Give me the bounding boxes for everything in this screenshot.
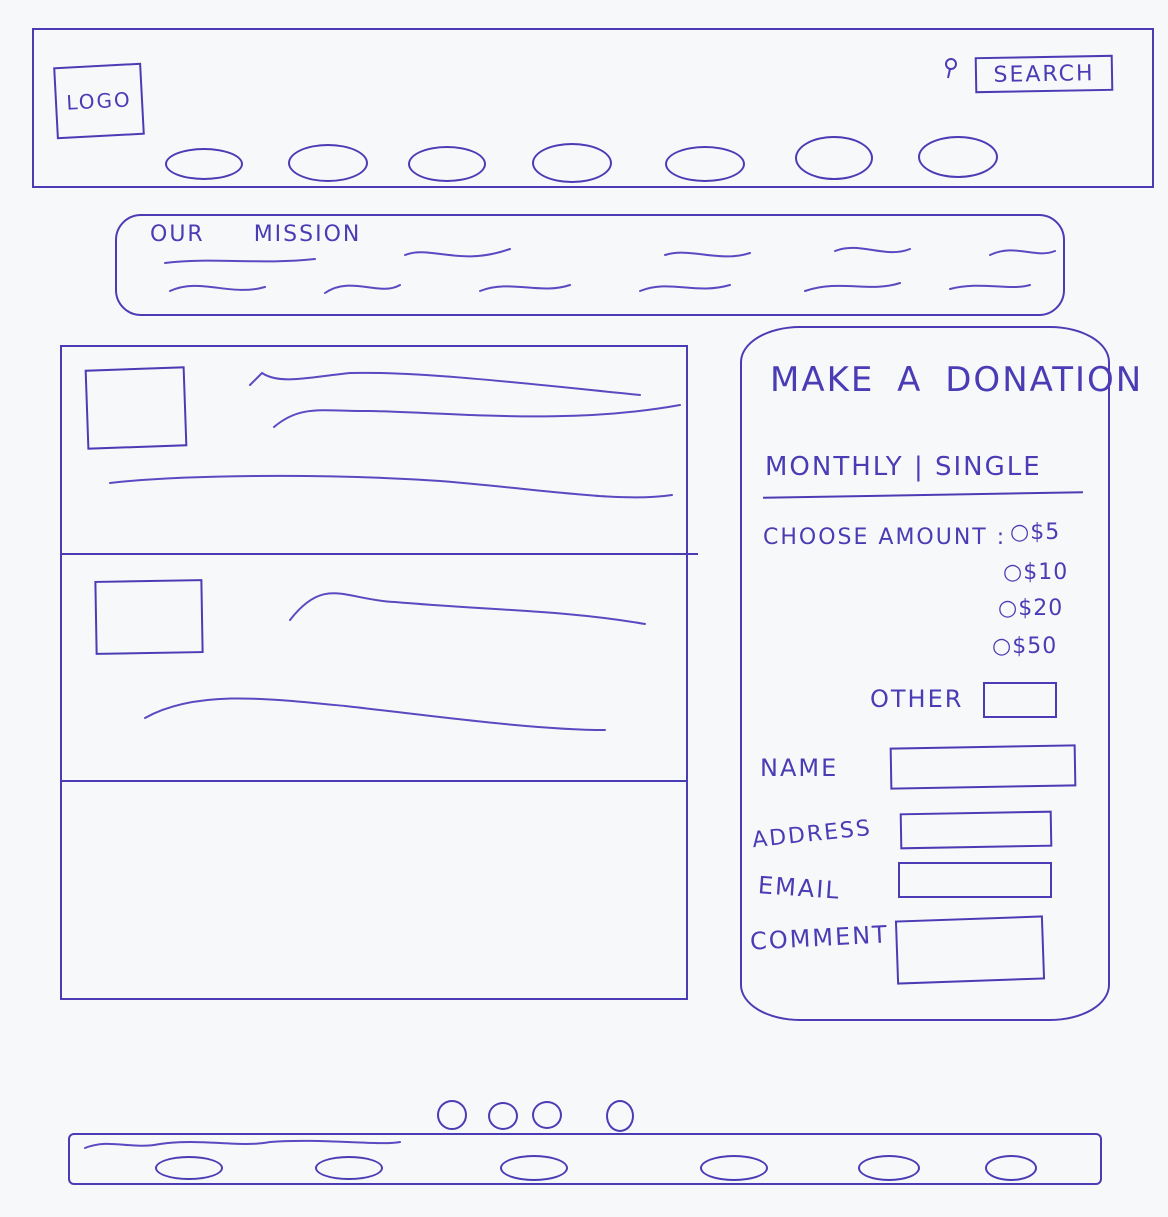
logo[interactable]: LOGO: [53, 62, 145, 140]
article-1-image[interactable]: [84, 366, 188, 450]
amount-5-label: $5: [1030, 520, 1061, 545]
pager-dot-3[interactable]: [532, 1101, 562, 1129]
radio-icon: ○: [998, 596, 1019, 621]
footer-link-2[interactable]: [315, 1156, 383, 1180]
article-divider-1: [62, 553, 698, 555]
amount-option-5[interactable]: ○$5: [1010, 520, 1060, 545]
email-label: EMAIL: [757, 871, 842, 905]
nav-item-4[interactable]: [532, 143, 612, 183]
pager-dot-2[interactable]: [488, 1102, 518, 1130]
amount-option-20[interactable]: ○$20: [998, 596, 1063, 621]
footer-link-6[interactable]: [985, 1155, 1037, 1181]
mission-text-scribble: [164, 246, 1056, 294]
pager-dot-1[interactable]: [437, 1100, 467, 1130]
article-1-text: [109, 371, 681, 499]
other-label: OTHER: [870, 685, 964, 713]
nav-item-6[interactable]: [795, 136, 873, 180]
article-2-image[interactable]: [94, 579, 204, 655]
comment-textarea[interactable]: [894, 915, 1046, 985]
amount-option-10[interactable]: ○$10: [1003, 560, 1068, 585]
search-label: SEARCH: [993, 60, 1095, 88]
frequency-toggle[interactable]: MONTHLY | SINGLE: [765, 452, 1042, 482]
nav-item-7[interactable]: [918, 136, 998, 178]
name-input[interactable]: [889, 744, 1077, 790]
nav-item-2[interactable]: [288, 144, 368, 182]
article-2-text: [144, 592, 646, 731]
search-icon[interactable]: [944, 58, 958, 80]
other-amount-input[interactable]: [983, 682, 1057, 718]
search-button[interactable]: SEARCH: [974, 54, 1114, 94]
amount-10-label: $10: [1023, 560, 1069, 585]
radio-icon: ○: [992, 634, 1013, 659]
nav-item-1[interactable]: [165, 148, 243, 180]
logo-label: LOGO: [65, 87, 133, 115]
radio-icon: ○: [1010, 520, 1031, 545]
choose-amount-label: CHOOSE AMOUNT :: [763, 525, 1007, 550]
footer-link-3[interactable]: [500, 1155, 568, 1181]
name-label: NAME: [760, 754, 839, 782]
pager-dot-4[interactable]: [606, 1100, 634, 1132]
amount-option-50[interactable]: ○$50: [992, 634, 1057, 659]
nav-item-5[interactable]: [665, 146, 745, 182]
article-divider-2: [62, 780, 688, 782]
footer-link-1[interactable]: [155, 1156, 223, 1180]
footer-link-5[interactable]: [858, 1155, 920, 1181]
donation-panel: [740, 326, 1110, 1021]
amount-20-label: $20: [1018, 596, 1064, 621]
amount-50-label: $50: [1012, 634, 1058, 659]
donation-title: MAKE A DONATION: [770, 360, 1144, 400]
address-input[interactable]: [899, 810, 1053, 850]
nav-item-3[interactable]: [408, 146, 486, 182]
radio-icon: ○: [1003, 560, 1024, 585]
email-input[interactable]: [898, 862, 1052, 898]
footer-link-4[interactable]: [700, 1155, 768, 1181]
